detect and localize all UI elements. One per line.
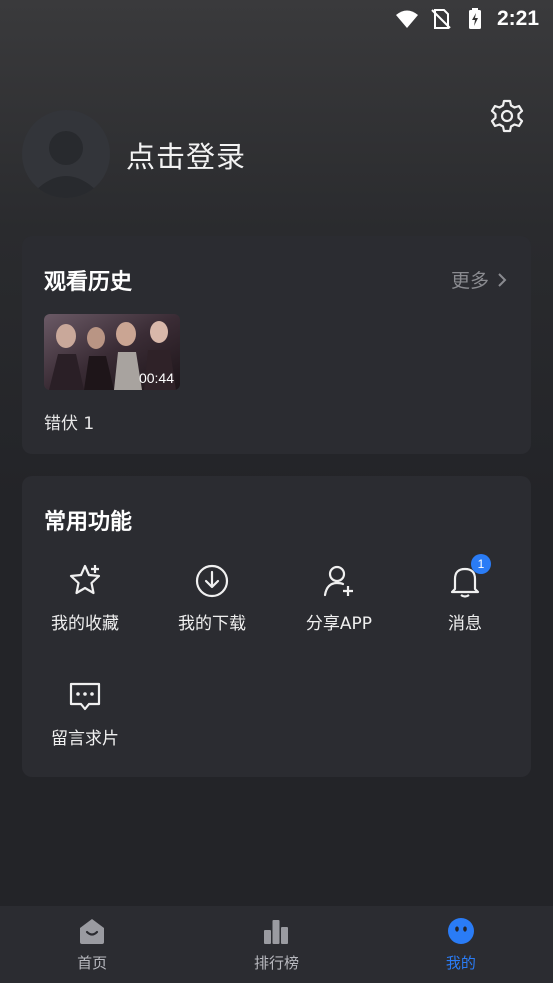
nav-ranking[interactable]: 排行榜 xyxy=(184,906,368,983)
downloads-label: 我的下载 xyxy=(178,614,246,634)
star-plus-icon xyxy=(69,564,101,595)
status-time: 2:21 xyxy=(496,7,539,30)
bottom-nav: 首页 排行榜 我的 xyxy=(0,906,553,983)
video-title[interactable]: 错伏 1 xyxy=(44,409,94,434)
common-functions-card: 常用功能 我的收藏 我的下载 分享APP 1 消息 留言求片 xyxy=(22,476,531,777)
watch-history-card: 观看历史 更多 00:44 错伏 1 xyxy=(22,236,531,454)
status-bar: 2:21 xyxy=(0,0,553,38)
request-movie-button[interactable]: 留言求片 xyxy=(30,676,140,749)
default-avatar-icon xyxy=(34,131,98,198)
avatar[interactable] xyxy=(22,110,110,198)
download-icon xyxy=(195,564,229,598)
nav-mine-label: 我的 xyxy=(445,954,476,972)
favorites-button[interactable]: 我的收藏 xyxy=(30,561,140,634)
bar-chart-icon xyxy=(264,920,289,944)
request-movie-label: 留言求片 xyxy=(51,729,119,749)
battery-charging-icon xyxy=(468,8,481,29)
favorites-label: 我的收藏 xyxy=(51,614,119,634)
settings-gear-icon[interactable] xyxy=(489,98,525,134)
history-more-link[interactable]: 更多 xyxy=(451,266,507,293)
no-sim-icon xyxy=(431,9,451,29)
nav-home-label: 首页 xyxy=(77,954,108,972)
nav-mine[interactable]: 我的 xyxy=(369,906,553,983)
share-app-label: 分享APP xyxy=(305,614,373,634)
nav-ranking-label: 排行榜 xyxy=(253,954,299,972)
smiley-profile-icon xyxy=(447,918,474,944)
nav-home[interactable]: 首页 xyxy=(0,906,184,983)
messages-label: 消息 xyxy=(448,614,482,634)
chevron-right-icon xyxy=(498,272,507,287)
chat-bubble-icon xyxy=(69,682,101,711)
video-duration: 00:44 xyxy=(138,370,174,386)
message-count-badge: 1 xyxy=(471,554,491,574)
login-prompt[interactable]: 点击登录 xyxy=(126,134,246,176)
messages-button[interactable]: 1 消息 xyxy=(410,554,520,634)
downloads-button[interactable]: 我的下载 xyxy=(157,561,267,634)
video-thumbnail[interactable]: 00:44 xyxy=(44,314,180,390)
wifi-icon xyxy=(395,10,418,28)
history-title: 观看历史 xyxy=(44,270,133,295)
share-app-button[interactable]: 分享APP xyxy=(284,561,394,634)
add-user-icon xyxy=(323,565,353,597)
home-icon xyxy=(80,919,105,944)
functions-title: 常用功能 xyxy=(44,510,133,535)
bell-wrapper: 1 xyxy=(445,554,491,601)
more-label: 更多 xyxy=(450,270,489,292)
